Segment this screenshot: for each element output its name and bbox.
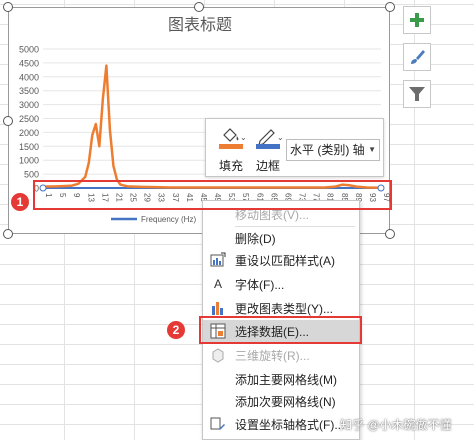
- font-icon: A: [213, 277, 222, 291]
- y-tick-label: 3500: [19, 86, 39, 96]
- plus-icon: [410, 13, 424, 27]
- reset-style-icon: [209, 251, 227, 269]
- format-mini-toolbar: ⌄ 填充 ⌄ 边框 水平 (类别) 轴 ▼: [205, 118, 384, 177]
- menu-item-reset-style[interactable]: 重设以匹配样式(A): [203, 249, 359, 271]
- chart-element-select-value: 水平 (类别) 轴: [290, 143, 365, 157]
- chart-elements-button[interactable]: [403, 6, 431, 34]
- y-tick-label: 5000: [19, 45, 39, 55]
- menu-item-add-major-gridlines[interactable]: 添加主要网格线(M): [203, 368, 359, 390]
- cube-icon: [209, 346, 227, 364]
- menu-item-label: 添加次要网格线(N): [235, 394, 336, 409]
- y-tick-label: 500: [24, 170, 39, 180]
- dropdown-arrow-icon: ▼: [368, 145, 376, 154]
- y-tick-label: 4500: [19, 58, 39, 68]
- chart-filters-button[interactable]: [403, 80, 431, 108]
- watermark: 知乎 @小木碗做不懂: [340, 418, 452, 432]
- chart-styles-button[interactable]: [403, 43, 431, 71]
- chart-element-select[interactable]: 水平 (类别) 轴 ▼: [286, 139, 380, 161]
- menu-item-label: 设置坐标轴格式(F)...: [235, 417, 345, 432]
- select-data-highlight-box: [199, 316, 362, 344]
- menu-item-label: 三维旋转(R)...: [235, 348, 310, 363]
- menu-item-label: 更改图表类型(Y)...: [235, 301, 333, 316]
- y-tick-label: 1500: [19, 142, 39, 152]
- chart-title: 图表标题: [168, 16, 232, 34]
- chart-resize-handle-bottom-right[interactable]: [385, 229, 395, 239]
- menu-item-label: 重设以匹配样式(A): [235, 253, 335, 268]
- menu-item-font[interactable]: A 字体(F)...: [203, 273, 359, 295]
- y-tick-label: 3000: [19, 100, 39, 110]
- border-label: 边框: [255, 159, 280, 173]
- menu-item-label: 添加主要网格线(M): [235, 372, 337, 387]
- y-tick-label: 2500: [19, 114, 39, 124]
- border-dropdown-chevron-icon[interactable]: ⌄: [277, 133, 284, 142]
- menu-item-format-axis[interactable]: 设置坐标轴格式(F)...: [203, 413, 359, 435]
- menu-item-3d-rotation[interactable]: 三维旋转(R)...: [203, 344, 359, 366]
- step-badge-1: 1: [11, 193, 29, 211]
- brush-icon: [411, 50, 425, 64]
- axis-highlight-box: [33, 180, 392, 210]
- step-badge-2: 2: [167, 321, 185, 339]
- menu-item-label: 删除(D): [235, 231, 276, 246]
- chart-type-icon: [209, 299, 227, 317]
- fill-label: 填充: [218, 159, 243, 173]
- chart-resize-handle-top-left[interactable]: [3, 2, 13, 12]
- y-tick-label: 4000: [19, 72, 39, 82]
- menu-item-delete[interactable]: 删除(D): [203, 227, 359, 249]
- blank-icon: [209, 229, 227, 247]
- fill-dropdown-chevron-icon[interactable]: ⌄: [240, 133, 247, 142]
- chart-resize-handle-top[interactable]: [194, 2, 204, 12]
- menu-item-add-minor-gridlines[interactable]: 添加次要网格线(N): [203, 390, 359, 412]
- chart-resize-handle-left[interactable]: [3, 116, 13, 126]
- legend-label: Frequency (Hz): [141, 215, 196, 224]
- border-button[interactable]: ⌄ 边框: [250, 123, 286, 175]
- y-tick-label: 2000: [19, 128, 39, 138]
- chart-resize-handle-top-right[interactable]: [385, 2, 395, 12]
- funnel-icon: [409, 87, 425, 101]
- format-axis-icon: [209, 415, 227, 433]
- chart-resize-handle-bottom-left[interactable]: [3, 229, 13, 239]
- blank-icon: [209, 392, 227, 410]
- fill-button[interactable]: ⌄ 填充: [213, 123, 249, 175]
- y-tick-label: 1000: [19, 156, 39, 166]
- blank-icon: [209, 370, 227, 388]
- menu-item-label: 字体(F)...: [235, 277, 285, 292]
